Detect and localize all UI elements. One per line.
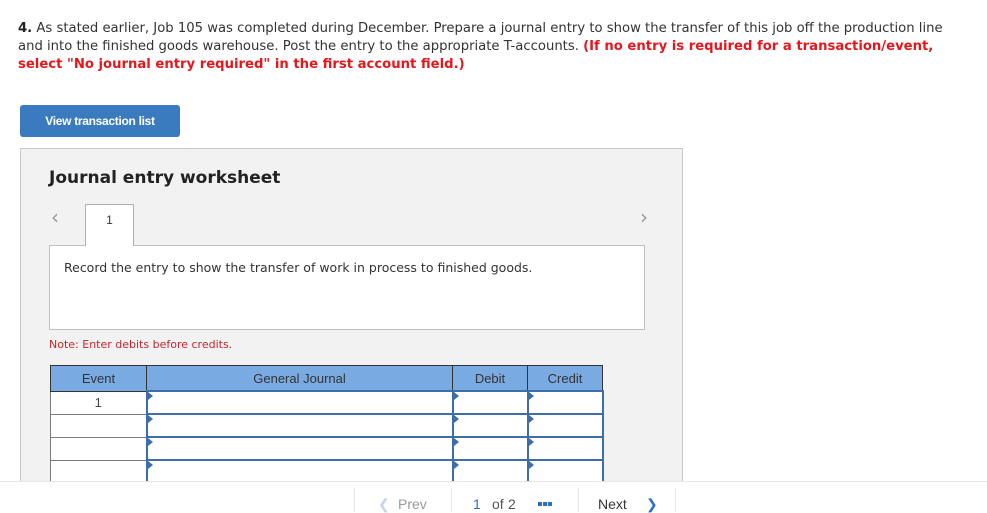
divider	[578, 488, 579, 512]
account-field[interactable]	[145, 390, 454, 415]
header-general-journal: General Journal	[146, 365, 453, 392]
question-text: 4. As stated earlier, Job 105 was comple…	[18, 20, 958, 74]
credit-field[interactable]	[526, 390, 604, 415]
table-row	[50, 413, 604, 438]
journal-entry-worksheet: Journal entry worksheet ‹ › 1 Record the…	[20, 148, 683, 488]
debit-field[interactable]	[451, 390, 529, 415]
journal-table: Event General Journal Debit Credit 1	[50, 365, 604, 484]
header-event: Event	[50, 365, 147, 392]
next-arrow-icon[interactable]: ❯	[646, 496, 658, 513]
page-total: 2	[508, 496, 516, 512]
header-debit: Debit	[452, 365, 528, 392]
entry-note: Note: Enter debits before credits.	[49, 338, 233, 351]
credit-field[interactable]	[526, 413, 604, 438]
chevron-left-icon[interactable]: ‹	[51, 205, 59, 229]
prev-button[interactable]: Prev	[398, 496, 427, 512]
page-current: 1	[473, 496, 481, 512]
table-row	[50, 436, 604, 461]
event-cell	[50, 459, 147, 484]
prev-arrow-icon[interactable]: ❮	[378, 496, 390, 513]
account-field[interactable]	[145, 436, 454, 461]
grid-icon[interactable]	[538, 502, 553, 507]
divider	[354, 488, 355, 512]
entry-description: Record the entry to show the transfer of…	[49, 245, 645, 330]
debit-field[interactable]	[451, 459, 529, 484]
debit-field[interactable]	[451, 436, 529, 461]
page-of: of	[492, 496, 504, 512]
event-cell: 1	[50, 390, 147, 415]
view-transaction-list-button[interactable]: View transaction list	[20, 105, 180, 137]
divider	[451, 488, 452, 512]
table-row	[50, 459, 604, 484]
next-button[interactable]: Next	[598, 496, 627, 512]
credit-field[interactable]	[526, 436, 604, 461]
account-field[interactable]	[145, 459, 454, 484]
credit-field[interactable]	[526, 459, 604, 484]
account-field[interactable]	[145, 413, 454, 438]
table-row: 1	[50, 390, 604, 415]
header-credit: Credit	[527, 365, 603, 392]
event-cell	[50, 413, 147, 438]
worksheet-tab-1[interactable]: 1	[85, 204, 134, 246]
bottom-navigation: ❮ Prev 1 of 2 Next ❯	[0, 481, 987, 513]
question-number: 4.	[18, 21, 33, 36]
divider	[675, 488, 676, 512]
chevron-right-icon[interactable]: ›	[640, 205, 648, 229]
event-cell	[50, 436, 147, 461]
worksheet-title: Journal entry worksheet	[49, 168, 281, 188]
debit-field[interactable]	[451, 413, 529, 438]
